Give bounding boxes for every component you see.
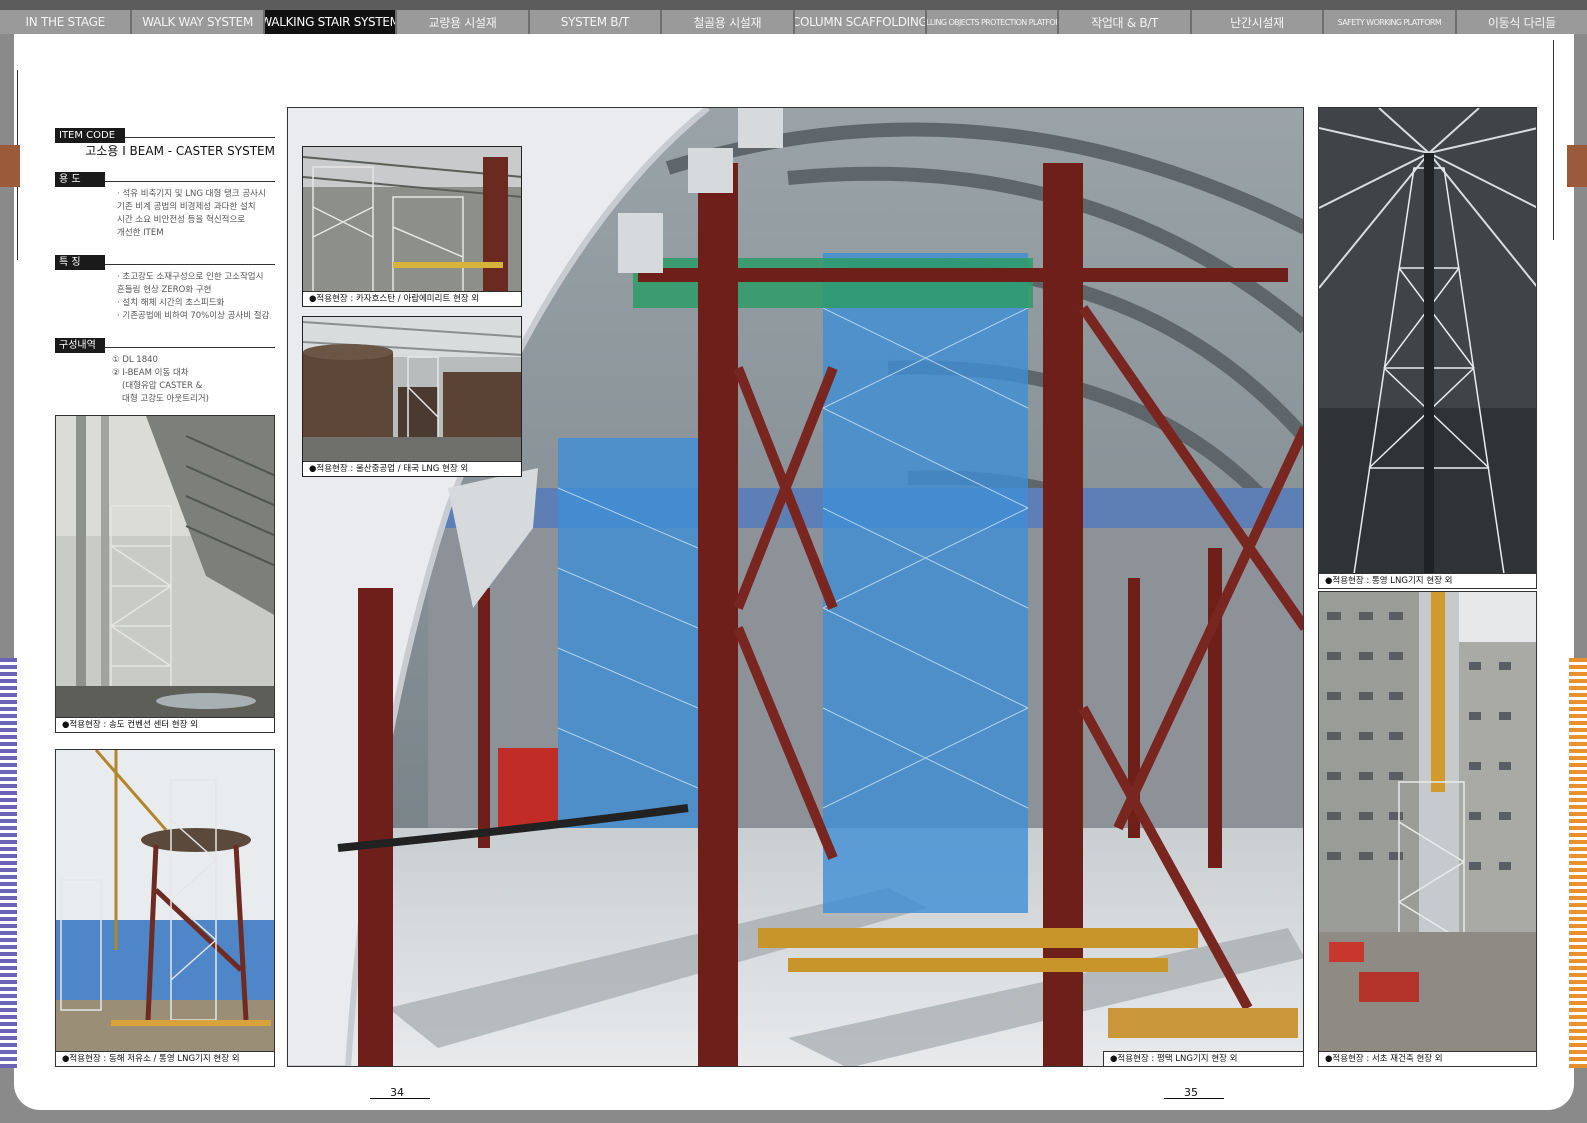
usage-line: 시간 소요 비안전성 등을 혁신적으로 (117, 215, 246, 225)
feature-line: · 초고강도 소재구성으로 인한 고소작업시 (117, 272, 264, 282)
product-info-block: ITEM CODE 고소용 I BEAM - CASTER SYSTEM 용 도… (55, 123, 275, 416)
tab-system-bt[interactable]: SYSTEM B/T (529, 10, 661, 34)
tab-walk-way-system[interactable]: WALK WAY SYSTEM (132, 10, 263, 34)
tab-in-the-stage[interactable]: IN THE STAGE (0, 10, 131, 34)
right-stripe-decoration (1569, 658, 1587, 1068)
feature-text: · 초고강도 소재구성으로 인한 고소작업시 흔들림 현상 ZERO화 구현 ·… (55, 271, 275, 323)
tab-bridge-materials[interactable]: 교량용 시설재 (397, 10, 528, 34)
top-navigation-tabs: IN THE STAGE WALK WAY SYSTEM WALKING STA… (0, 0, 1587, 34)
tank-factory-scaffold-image (303, 317, 521, 462)
tab-workbench-bt[interactable]: 작업대 & B/T (1059, 10, 1190, 34)
tab-steel-frame-materials[interactable]: 철골용 시설재 (662, 10, 793, 34)
page-number-rule (370, 1098, 430, 1099)
composition-label: 구성내역 (55, 338, 105, 353)
photo-caption: ●적용현장 : 서초 재건축 현장 외 (1319, 1051, 1536, 1066)
industrial-hall-scaffold-image (303, 147, 521, 292)
composition-text: ① DL 1840 ② I-BEAM 이동 대차 (대형유압 CASTER & … (55, 354, 275, 406)
inset-photo-ulsan-thailand: ●적용현장 : 울산중공업 / 태국 LNG 현장 외 (302, 316, 522, 477)
photo-caption: ●적용현장 : 평택 LNG기지 현장 외 (1103, 1051, 1303, 1066)
tank-interior-tower-image (1319, 108, 1536, 574)
tab-railing-materials[interactable]: 난간시설재 (1191, 10, 1323, 34)
tab-safety-working-platform[interactable]: SAFETY WORKING PLATFORM (1324, 10, 1455, 34)
feature-line: · 기존공법에 비하여 70%이상 공사비 절감 (117, 311, 270, 321)
composition-line: 대형 고강도 아웃트리거) (122, 394, 209, 404)
photo-caption: ●적용현장 : 카자흐스탄 / 아랍에미리트 현장 외 (303, 291, 521, 306)
page-number-left: 34 (370, 1086, 430, 1099)
tank-tower-image (56, 750, 274, 1052)
item-name: 고소용 I BEAM - CASTER SYSTEM (85, 144, 275, 158)
usage-line: · 석유 비축기지 및 LNG 대형 탱크 공사시 (117, 189, 266, 199)
composition-row: 구성내역 (55, 333, 275, 353)
composition-line: ② I-BEAM 이동 대차 (112, 368, 189, 378)
tab-bar-strip (0, 0, 1587, 10)
feature-label: 특 징 (55, 255, 105, 270)
usage-line: 개선한 ITEM (117, 228, 164, 238)
left-side-tab (0, 145, 20, 187)
inset-photo-kazakhstan-uae: ●적용현장 : 카자흐스탄 / 아랍에미리트 현장 외 (302, 146, 522, 307)
photo-tongyeong-lng: ●적용현장 : 통영 LNG기지 현장 외 (1318, 107, 1537, 589)
photo-songdo-convention: ●적용현장 : 송도 컨벤션 센터 현장 외 (55, 415, 275, 733)
tab-mobile-ladders[interactable]: 이동식 다리들 (1456, 10, 1587, 34)
page-number-right: 35 (1164, 1086, 1224, 1099)
tab-falling-objects-protection-platform[interactable]: FALLING OBJECTS PROTECTION PLATFORM (926, 10, 1058, 34)
usage-label: 용 도 (55, 172, 105, 187)
feature-line: 흔들림 현상 ZERO화 구현 (117, 285, 212, 295)
apartment-crane-tower-image (1319, 592, 1536, 1052)
composition-line: ① DL 1840 (112, 355, 158, 365)
photo-caption: ●적용현장 : 울산중공업 / 태국 LNG 현장 외 (303, 461, 521, 476)
photo-seocho-reconstruction: ●적용현장 : 서초 재건축 현장 외 (1318, 591, 1537, 1067)
usage-row: 용 도 (55, 167, 275, 187)
page-number-rule (1164, 1098, 1224, 1099)
item-code-row: ITEM CODE (55, 123, 275, 143)
photo-donghae-tongyeong: ●적용현장 : 동해 저유소 / 통영 LNG기지 현장 외 (55, 749, 275, 1067)
item-code-label: ITEM CODE (55, 128, 125, 143)
right-margin-rule (1553, 40, 1554, 240)
tab-column-scaffolding[interactable]: COLUMN SCAFFOLDING (794, 10, 925, 34)
composition-line: (대형유압 CASTER & (122, 381, 203, 391)
tab-walking-stair-system[interactable]: WALKING STAIR SYSTEM (264, 10, 396, 34)
feature-line: · 설치 해체 시간의 초스피드화 (117, 298, 225, 308)
photo-caption: ●적용현장 : 통영 LNG기지 현장 외 (1319, 573, 1536, 588)
interior-scaffold-image (56, 416, 274, 718)
right-side-tab (1567, 145, 1587, 187)
usage-line: 기존 비계 공법의 비경제성 과다한 설치 (117, 202, 256, 212)
feature-row: 특 징 (55, 250, 275, 270)
photo-caption: ●적용현장 : 동해 저유소 / 통영 LNG기지 현장 외 (56, 1051, 274, 1066)
left-stripe-decoration (0, 658, 17, 1068)
photo-caption: ●적용현장 : 송도 컨벤션 센터 현장 외 (56, 717, 274, 732)
usage-text: · 석유 비축기지 및 LNG 대형 탱크 공사시 기존 비계 공법의 비경제성… (55, 188, 275, 240)
